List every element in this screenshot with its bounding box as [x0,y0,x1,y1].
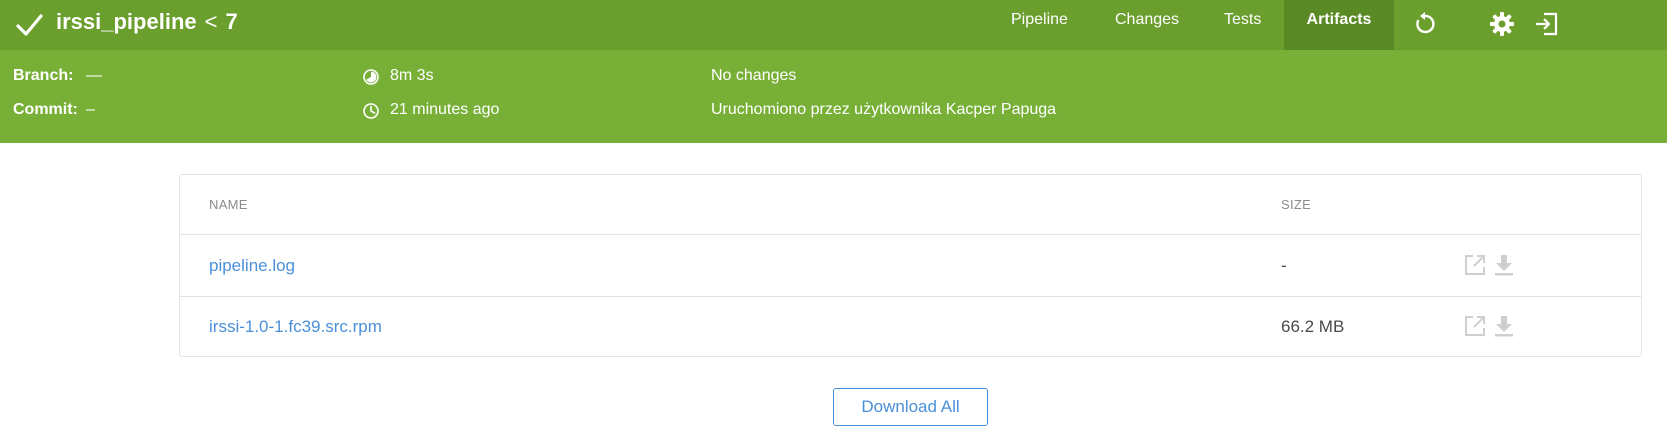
run-number: 7 [225,9,238,34]
column-header-name: NAME [209,197,248,212]
commit-label: Commit: [13,101,78,118]
tab-pipeline[interactable]: Pipeline [1011,0,1068,50]
artifact-link[interactable]: pipeline.log [209,256,295,276]
table-row: pipeline.log - [180,236,1641,297]
pipeline-name[interactable]: irssi_pipeline [56,9,197,35]
started-value: 21 minutes ago [390,101,500,118]
branch-label: Branch: [13,67,74,84]
duration-icon [363,69,379,85]
tab-changes[interactable]: Changes [1115,0,1179,50]
changes-summary: No changes [711,67,797,84]
artifacts-table: NAME SIZE pipeline.log - irssi-1.0-1.fc3… [179,174,1642,357]
artifact-size: - [1281,256,1287,275]
duration-value: 8m 3s [390,67,434,84]
checkmark-icon [16,14,43,36]
run-title: irssi_pipeline < 7 [56,9,238,35]
open-external-icon[interactable] [1463,314,1487,338]
open-external-icon[interactable] [1463,253,1487,277]
top-bar: irssi_pipeline < 7 Pipeline Changes Test… [0,0,1667,50]
artifact-link[interactable]: irssi-1.0-1.fc39.src.rpm [209,317,382,337]
clock-icon [363,103,379,119]
table-row: irssi-1.0-1.fc39.src.rpm 66.2 MB [180,297,1641,358]
download-icon[interactable] [1492,253,1516,277]
artifact-size: 66.2 MB [1281,317,1345,336]
exit-icon[interactable] [1532,9,1562,39]
download-icon[interactable] [1492,314,1516,338]
breadcrumb-separator: < [204,9,218,34]
tab-tests[interactable]: Tests [1224,0,1261,50]
rerun-icon[interactable] [1410,9,1440,39]
gear-icon[interactable] [1487,9,1517,39]
cause-text: Uruchomiono przez użytkownika Kacper Pap… [711,101,1057,118]
tab-artifacts[interactable]: Artifacts [1284,0,1394,50]
table-header: NAME SIZE [180,175,1641,235]
download-all-button[interactable]: Download All [833,388,988,426]
commit-value: – [86,101,95,118]
branch-value: — [86,67,102,84]
run-summary: Branch: — Commit: – 8m 3s 21 minutes ago… [0,50,1667,143]
column-header-size: SIZE [1281,197,1312,212]
